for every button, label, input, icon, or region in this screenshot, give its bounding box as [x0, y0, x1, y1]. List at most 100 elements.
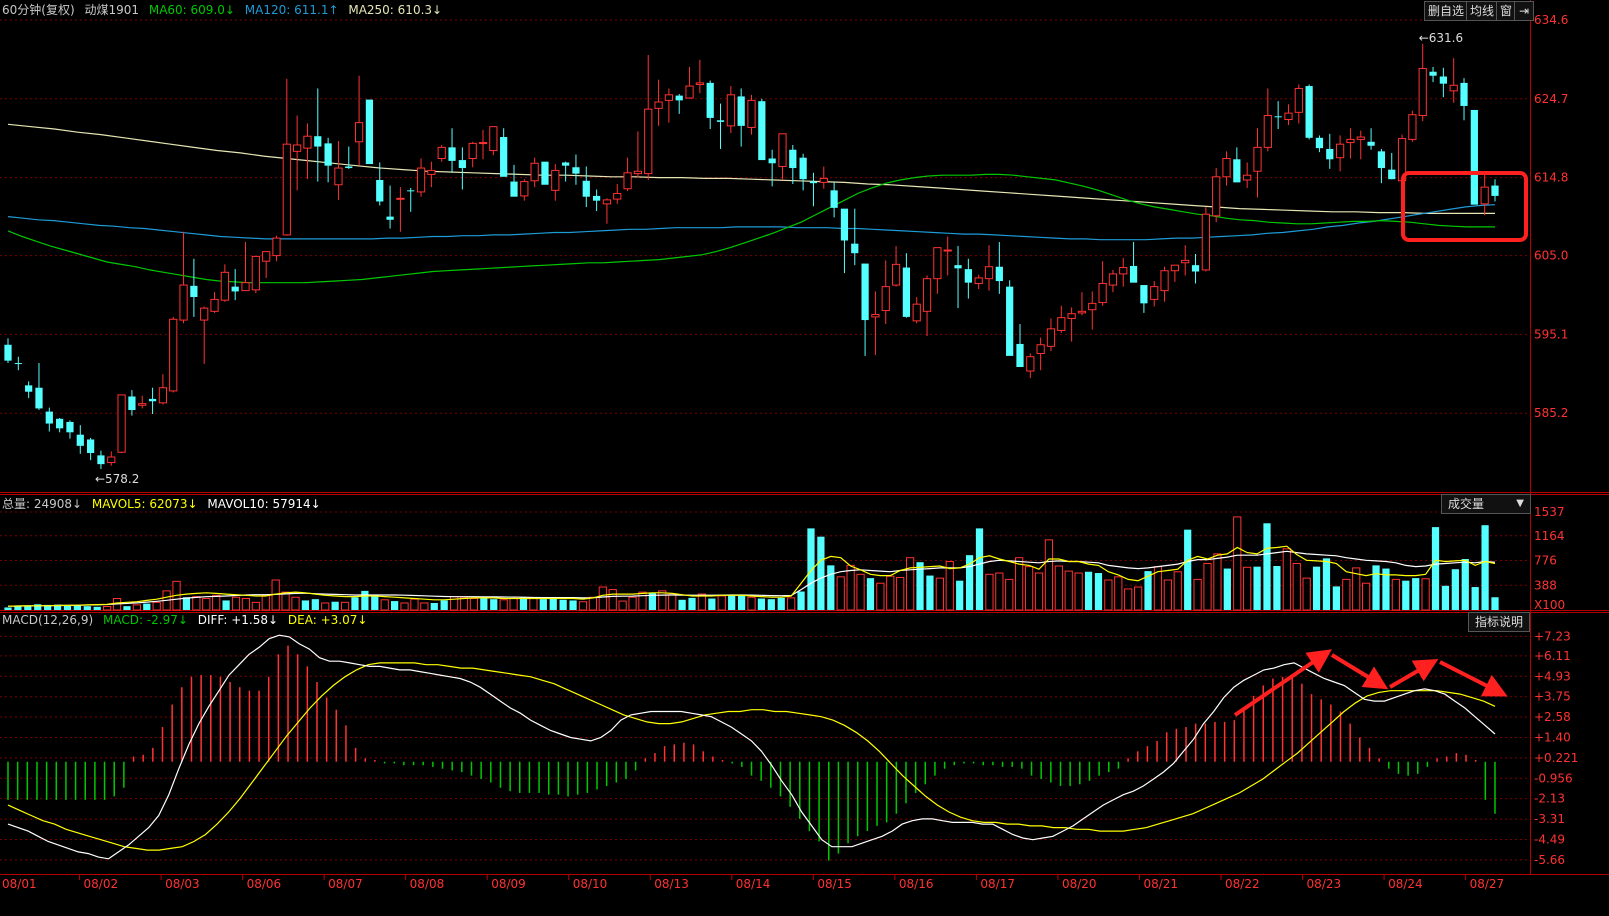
- candle-body-up: [1294, 87, 1303, 113]
- candle-body-down: [1326, 148, 1334, 160]
- date-tick-label: 08/10: [573, 877, 608, 891]
- volume-bar-down: [14, 606, 22, 610]
- candle-body-down: [1367, 141, 1375, 146]
- candle-body-down: [902, 267, 911, 317]
- exit-arrow-icon[interactable]: ⇥: [1514, 1, 1534, 21]
- volume-bar-up: [1044, 539, 1054, 611]
- volume-bar-up: [509, 598, 518, 611]
- candle-body-down: [66, 421, 74, 433]
- volume-bar-down: [1084, 571, 1093, 610]
- candle-body-up: [1119, 267, 1128, 275]
- volume-bar-up: [281, 591, 290, 611]
- volume-bar-down: [440, 600, 448, 610]
- volume-bar-down: [1312, 566, 1321, 610]
- mavol10-label: MAVOL10: 57914↓: [207, 497, 321, 511]
- candle-body-up: [644, 108, 653, 175]
- remove-watchlist-button[interactable]: 删自选: [1424, 1, 1469, 21]
- candle-body-up: [1026, 356, 1035, 372]
- date-tick-label: 08/06: [247, 877, 282, 891]
- candle-body-up: [241, 282, 250, 292]
- volume-bar-down: [361, 590, 369, 610]
- volume-bar-up: [1243, 566, 1252, 611]
- candle-body-down: [964, 269, 972, 283]
- volume-bar-down: [73, 605, 82, 610]
- volume-bar-down: [391, 601, 399, 610]
- candle-body-up: [396, 197, 405, 200]
- candle-body-up: [633, 170, 643, 175]
- volume-bar-up: [202, 598, 211, 611]
- volume-bar-up: [588, 596, 598, 611]
- total-volume-label: 总量: 24908↓: [2, 497, 83, 511]
- candle-body-down: [1429, 71, 1437, 76]
- candle-body-up: [747, 99, 756, 128]
- candle-body-down: [851, 243, 859, 254]
- volume-bar-down: [559, 599, 567, 610]
- candle-body-up: [922, 278, 932, 312]
- candle-body-down: [56, 418, 64, 429]
- candle-body-up: [416, 167, 426, 193]
- volume-bar-up: [995, 572, 1004, 611]
- candle-body-up: [1222, 157, 1231, 178]
- candle-body-up: [1346, 138, 1355, 144]
- candle-body-down: [45, 411, 53, 424]
- volume-bar-down: [1184, 529, 1192, 610]
- volume-bar-down: [1322, 558, 1331, 610]
- volume-bar-up: [1104, 579, 1113, 611]
- date-tick-label: 08/22: [1225, 877, 1260, 891]
- grid-lines: [0, 0, 1609, 880]
- ma250-label: MA250: 610.3↓: [348, 3, 443, 17]
- volume-bar-down: [757, 598, 766, 610]
- volume-bar-down: [519, 597, 528, 610]
- volume-bar-down: [767, 599, 775, 610]
- candle-body-down: [25, 385, 33, 392]
- ma-settings-button[interactable]: 均线: [1466, 1, 1499, 21]
- volume-bar-down: [1451, 569, 1459, 610]
- indicator-selector[interactable]: 成交量 ▼: [1441, 494, 1531, 514]
- volume-bar-down: [1471, 587, 1479, 610]
- volume-bar-down: [371, 595, 379, 610]
- macd-tick-label: +7.23: [1534, 629, 1571, 643]
- volume-bar-down: [1481, 525, 1489, 610]
- annotations: [1233, 171, 1528, 717]
- candle-body-up: [726, 94, 735, 127]
- volume-bar-down: [1332, 586, 1341, 610]
- volume-bar-down: [1273, 566, 1281, 610]
- volume-tick-label: 1164: [1534, 529, 1565, 543]
- candle-body-down: [314, 136, 322, 147]
- candle-body-down: [1305, 86, 1313, 138]
- date-tick-label: 08/03: [165, 877, 200, 891]
- macd-histogram: [7, 645, 1496, 861]
- candle-body-up: [1284, 112, 1293, 120]
- volume-bar-up: [1362, 582, 1371, 611]
- volume-bar-down: [143, 603, 151, 610]
- candle-body-down: [675, 95, 683, 101]
- candle-body-down: [148, 398, 157, 402]
- indicator-explain-button[interactable]: 指标说明: [1468, 612, 1531, 632]
- chevron-down-icon: ▼: [1516, 498, 1524, 509]
- volume-bar-down: [351, 597, 359, 610]
- date-tick-label: 08/14: [736, 877, 771, 891]
- candle-body-up: [1243, 174, 1252, 181]
- volume-bar-up: [638, 591, 647, 611]
- candle-body-up: [251, 255, 260, 291]
- volume-bar-down: [222, 600, 230, 610]
- macd-tick-label: -0.956: [1534, 771, 1573, 785]
- price-tick-label: 614.8: [1534, 171, 1568, 185]
- candle-body-up: [891, 263, 901, 286]
- candle-body-down: [789, 149, 797, 169]
- volume-bar-down: [83, 606, 91, 610]
- diff-value-label: DIFF: +1.58↓: [197, 613, 279, 627]
- dea-value-label: DEA: +3.07↓: [287, 613, 368, 627]
- candle-body-up: [1212, 176, 1221, 217]
- window-button[interactable]: 窗: [1496, 1, 1517, 21]
- volume-bar-up: [1054, 565, 1063, 611]
- volume-bar-up: [985, 573, 994, 611]
- volume-bar-down: [4, 607, 12, 610]
- macd-header: MACD(12,26,9) MACD: -2.97↓ DIFF: +1.58↓ …: [2, 611, 373, 629]
- volume-bar-up: [1074, 572, 1083, 611]
- volume-bar-up: [1302, 577, 1311, 611]
- candle-body-up: [334, 167, 343, 186]
- candle-body-down: [4, 344, 12, 361]
- candle-body-up: [427, 169, 436, 175]
- candle-body-up: [282, 143, 291, 236]
